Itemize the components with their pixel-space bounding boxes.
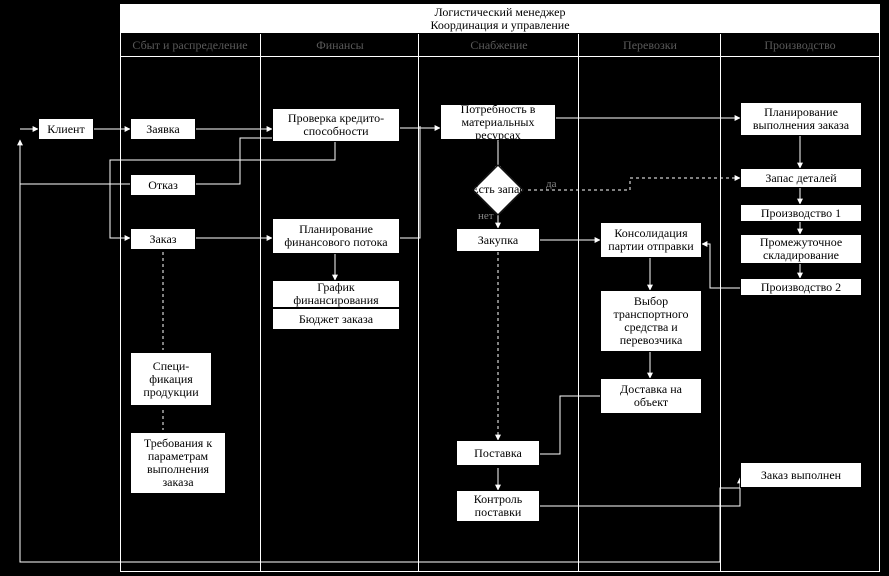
edge-label-yes: да [546, 178, 556, 190]
box-order-budget: Бюджет заказа [272, 308, 400, 330]
box-request: Заявка [130, 118, 196, 140]
box-production2: Производство 2 [740, 278, 862, 296]
box-finance-schedule: График финансирования [272, 280, 400, 308]
lane-header-transport: Перевозки [580, 38, 720, 54]
box-consolidation: Консолидация партии отправки [600, 222, 702, 258]
edge-label-no: нет [478, 210, 494, 222]
lane-header-supply: Снабжение [420, 38, 578, 54]
box-refusal: Отказ [130, 174, 196, 196]
box-supply-control: Контроль поставки [456, 490, 540, 522]
box-order: Заказ [130, 228, 196, 250]
box-requirements: Требования к параметрам выполнения заказ… [130, 432, 226, 494]
lane-header-production: Производство [722, 38, 878, 54]
box-finance-plan: Планирование финансового потока [272, 218, 400, 254]
box-credit-check: Проверка кредито- способности [272, 108, 400, 142]
decision-stock [473, 165, 524, 216]
box-spec: Специ- фикация продукции [130, 352, 212, 406]
lane-divider [720, 34, 721, 572]
box-material-need: Потребность в материальных ресурсах [440, 104, 556, 140]
box-client: Клиент [38, 118, 94, 140]
box-transport-choice: Выбор транспортного средства и перевозчи… [600, 290, 702, 352]
box-parts-stock: Запас деталей [740, 168, 862, 188]
lane-header-finance: Финансы [262, 38, 418, 54]
box-site-delivery: Доставка на объект [600, 378, 702, 414]
lane-header-sales: Сбыт и распределение [120, 38, 260, 54]
lane-divider [120, 34, 121, 572]
header-divider [120, 56, 880, 57]
title-bar: Логистический менеджер Координация и упр… [120, 4, 880, 34]
box-order-plan: Планирование выполнения заказа [740, 102, 862, 136]
box-order-done: Заказ выполнен [740, 462, 862, 488]
lane-divider [418, 34, 419, 572]
lane-divider [260, 34, 261, 572]
title-line2: Координация и управление [121, 19, 879, 32]
box-purchase: Закупка [456, 228, 540, 252]
box-storage: Промежуточное складирование [740, 234, 862, 264]
box-production1: Производство 1 [740, 204, 862, 222]
lane-divider [578, 34, 579, 572]
box-supply-delivery: Поставка [456, 440, 540, 466]
